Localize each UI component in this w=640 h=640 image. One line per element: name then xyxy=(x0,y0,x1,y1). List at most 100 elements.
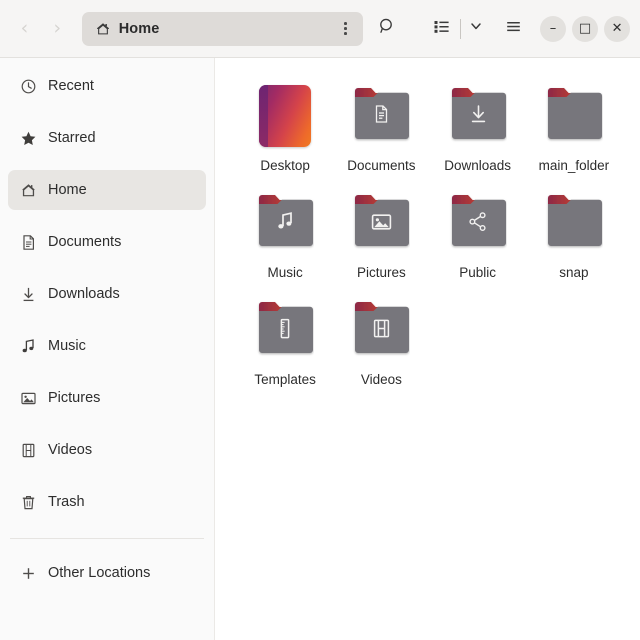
home-icon xyxy=(20,182,37,199)
view-mode-button[interactable] xyxy=(424,12,458,46)
file-item[interactable]: main_folder xyxy=(526,80,622,173)
window-controls: – □ ✕ xyxy=(540,15,631,42)
icon-grid: Desktop Documents Downloads main_folder … xyxy=(237,80,622,387)
file-label: main_folder xyxy=(538,158,610,173)
file-label: snap xyxy=(559,265,589,280)
file-view[interactable]: Desktop Documents Downloads main_folder … xyxy=(215,58,640,640)
folder-icon xyxy=(545,191,603,256)
sidebar-item-starred[interactable]: Starred xyxy=(8,118,206,158)
file-icon xyxy=(349,298,413,362)
window-body: Recent Starred Home Documents Downloads Music… xyxy=(0,58,640,640)
sidebar-item-label: Videos xyxy=(48,442,93,458)
header-bar: ‹ › Home – □ ✕ xyxy=(0,0,640,58)
wallpaper-thumbnail-icon xyxy=(259,85,312,147)
download-icon xyxy=(20,286,37,303)
sidebar-item-label: Pictures xyxy=(48,390,101,406)
sidebar-item-documents[interactable]: Documents xyxy=(8,222,206,262)
file-icon xyxy=(446,84,510,148)
file-label: Public xyxy=(459,265,497,280)
sidebar-item-label: Other Locations xyxy=(48,565,151,581)
chevron-left-icon: ‹ xyxy=(20,17,29,39)
search-icon xyxy=(378,17,396,40)
sidebar-item-home[interactable]: Home xyxy=(8,170,206,210)
back-button[interactable]: ‹ xyxy=(8,12,41,46)
star-icon xyxy=(20,130,37,147)
sidebar-item-trash[interactable]: Trash xyxy=(8,482,206,522)
home-icon xyxy=(95,21,111,37)
close-button[interactable]: ✕ xyxy=(604,15,631,42)
minimize-button[interactable]: – xyxy=(540,15,567,42)
folder-icon xyxy=(352,84,410,149)
music-note-icon xyxy=(20,338,37,355)
file-item[interactable]: Desktop xyxy=(237,80,333,173)
sidebar: Recent Starred Home Documents Downloads Music… xyxy=(0,58,215,640)
file-icon xyxy=(253,84,317,148)
file-label: Desktop xyxy=(260,158,310,173)
sidebar-item-music[interactable]: Music xyxy=(8,326,206,366)
film-icon xyxy=(20,442,37,459)
document-icon xyxy=(20,234,37,251)
main-menu-button[interactable] xyxy=(497,12,530,46)
clock-icon xyxy=(20,78,37,95)
file-item[interactable]: Templates xyxy=(237,294,333,387)
kebab-menu-icon[interactable] xyxy=(339,20,353,38)
file-item[interactable]: Documents xyxy=(333,80,429,173)
sidebar-separator xyxy=(10,538,204,539)
path-bar[interactable]: Home xyxy=(81,11,363,46)
sidebar-item-videos[interactable]: Videos xyxy=(8,430,206,470)
plus-icon xyxy=(20,565,37,582)
list-view-icon xyxy=(433,18,450,40)
file-icon xyxy=(446,191,510,255)
folder-icon xyxy=(256,298,314,363)
forward-button[interactable]: › xyxy=(41,12,74,46)
file-label: Videos xyxy=(360,372,402,387)
file-icon xyxy=(253,298,317,362)
image-icon xyxy=(20,390,37,407)
file-item[interactable]: snap xyxy=(526,187,622,280)
path-label: Home xyxy=(118,20,160,37)
folder-icon xyxy=(256,191,314,256)
maximize-button[interactable]: □ xyxy=(572,15,599,42)
sidebar-item-label: Music xyxy=(48,338,86,354)
folder-icon xyxy=(449,84,507,149)
hamburger-menu-icon xyxy=(505,18,522,40)
view-toggle-group xyxy=(424,14,489,44)
file-label: Downloads xyxy=(444,158,512,173)
sidebar-item-pictures[interactable]: Pictures xyxy=(8,378,206,418)
file-label: Documents xyxy=(347,158,416,173)
chevron-right-icon: › xyxy=(53,17,62,39)
file-item[interactable]: Music xyxy=(237,187,333,280)
file-item[interactable]: Downloads xyxy=(430,80,526,173)
sidebar-item-label: Home xyxy=(48,182,87,198)
file-item[interactable]: Public xyxy=(430,187,526,280)
minimize-icon: – xyxy=(549,21,557,36)
folder-icon xyxy=(449,191,507,256)
files-window: ‹ › Home – □ ✕ Recent Starred Home Docum… xyxy=(0,0,640,640)
file-icon xyxy=(253,191,317,255)
toolbar-separator xyxy=(460,18,462,39)
sidebar-item-label: Documents xyxy=(48,234,122,250)
file-label: Pictures xyxy=(356,265,406,280)
file-icon xyxy=(542,84,606,148)
sidebar-item-other-locations[interactable]: Other Locations xyxy=(8,553,206,593)
maximize-icon: □ xyxy=(578,21,592,36)
folder-icon xyxy=(352,191,410,256)
view-options-button[interactable] xyxy=(463,12,489,46)
sidebar-item-label: Trash xyxy=(48,494,85,510)
file-icon xyxy=(349,84,413,148)
file-item[interactable]: Pictures xyxy=(333,187,429,280)
close-icon: ✕ xyxy=(611,21,623,36)
file-icon xyxy=(349,191,413,255)
chevron-down-icon xyxy=(469,19,483,38)
file-label: Music xyxy=(267,265,303,280)
file-label: Templates xyxy=(254,372,316,387)
sidebar-item-recent[interactable]: Recent xyxy=(8,66,206,106)
trash-icon xyxy=(20,494,37,511)
file-item[interactable]: Videos xyxy=(333,294,429,387)
sidebar-item-label: Downloads xyxy=(48,286,120,302)
search-button[interactable] xyxy=(370,12,403,46)
sidebar-item-downloads[interactable]: Downloads xyxy=(8,274,206,314)
folder-icon xyxy=(352,298,410,363)
sidebar-item-label: Starred xyxy=(48,130,96,146)
file-icon xyxy=(542,191,606,255)
